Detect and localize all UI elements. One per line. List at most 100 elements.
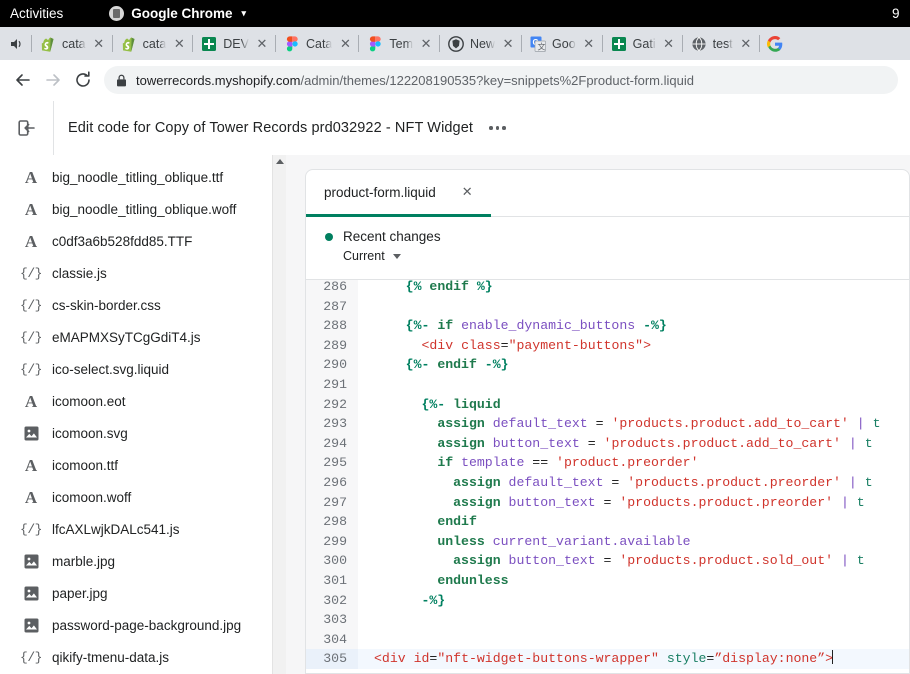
code-line[interactable]: 304 [306,630,909,650]
browser-tab[interactable]: Cata ✕ [277,29,357,59]
close-icon[interactable]: ✕ [419,37,433,51]
address-bar[interactable]: towerrecords.myshopify.com/admin/themes/… [104,66,898,94]
status-dot-icon [325,233,333,241]
file-name: marble.jpg [52,554,115,569]
code-line[interactable]: 301 endunless [306,571,909,591]
code-line[interactable]: 302 -%} [306,591,909,611]
code-line[interactable]: 296 assign default_text = 'products.prod… [306,473,909,493]
file-list-item[interactable]: password-page-background.jpg [0,609,286,641]
file-name: big_noodle_titling_oblique.ttf [52,170,223,185]
image-file-icon [22,586,40,601]
code-editor[interactable]: 286 {% endif %}287288 {%- if enable_dyna… [306,280,909,673]
code-line[interactable]: 286 {% endif %} [306,280,909,297]
browser-tab[interactable]: New ✕ [441,29,520,59]
code-line[interactable]: 297 assign button_text = 'products.produ… [306,493,909,513]
code-line-text: endunless [358,571,909,591]
file-list-item[interactable]: {/}classie.js [0,257,286,289]
close-icon[interactable]: ✕ [172,37,186,51]
os-clock[interactable]: 9 [892,0,910,27]
chrome-icon [109,6,124,21]
code-line[interactable]: 300 assign button_text = 'products.produ… [306,551,909,571]
figma-favicon [284,36,300,52]
code-line[interactable]: 289 <div class="payment-buttons"> [306,336,909,356]
close-icon[interactable]: ✕ [582,37,596,51]
forward-button[interactable] [38,65,68,95]
file-list-item[interactable]: Abig_noodle_titling_oblique.ttf [0,161,286,193]
file-list-item[interactable]: Aicomoon.ttf [0,449,286,481]
code-line-text: unless current_variant.available [358,532,909,552]
close-icon[interactable]: ✕ [92,37,106,51]
google-favicon[interactable] [767,36,783,52]
line-number: 298 [306,512,358,532]
browser-tab[interactable]: Gati ✕ [604,29,681,59]
browser-tab[interactable]: cata ✕ [114,29,192,59]
code-line[interactable]: 290 {%- endif -%} [306,355,909,375]
scrollbar-thumb[interactable] [274,169,285,289]
line-number: 293 [306,414,358,434]
code-token: if [437,318,453,333]
code-line[interactable]: 294 assign button_text = 'products.produ… [306,434,909,454]
active-app-menu[interactable]: Google Chrome ▾ [109,6,246,21]
code-line-text: {% endif %} [358,280,909,297]
reload-button[interactable] [68,65,98,95]
code-line[interactable]: 295 if template == 'product.preorder' [306,453,909,473]
code-line[interactable]: 298 endif [306,512,909,532]
code-token [374,338,421,353]
scroll-up-arrow-icon[interactable] [276,159,284,164]
tab-scroll-left-icon[interactable] [4,31,30,57]
file-list-item[interactable]: {/}qikify-tmenu-data.js [0,641,286,673]
code-line-text: assign button_text = 'products.product.a… [358,434,909,454]
code-line[interactable]: 292 {%- liquid [306,395,909,415]
code-line[interactable]: 303 [306,610,909,630]
code-line-text: {%- liquid [358,395,909,415]
activities-button[interactable]: Activities [0,6,77,21]
file-list-item[interactable]: {/}eMAPMXSyTCgGdiT4.js [0,321,286,353]
file-tree-sidebar[interactable]: Abig_noodle_titling_oblique.ttfAbig_nood… [0,155,286,674]
sidebar-scrollbar[interactable] [272,155,286,674]
line-number: 291 [306,375,358,395]
browser-tab[interactable]: Tem ✕ [360,29,438,59]
file-list-item[interactable]: Aicomoon.eot [0,385,286,417]
file-list-item[interactable]: Abig_noodle_titling_oblique.woff [0,193,286,225]
browser-tab[interactable]: test ✕ [684,29,758,59]
tab-title: cata [62,37,86,51]
code-token [374,436,437,451]
code-token: <div [374,651,414,666]
editor-tab-product-form[interactable]: product-form.liquid ✕ [306,170,491,217]
code-line[interactable]: 293 assign default_text = 'products.prod… [306,414,909,434]
close-icon[interactable]: ✕ [255,37,269,51]
file-list-item[interactable]: icomoon.svg [0,417,286,449]
file-list-item[interactable]: Ac0df3a6b528fdd85.TTF [0,225,286,257]
browser-tab[interactable]: cata ✕ [33,29,111,59]
browser-tab[interactable]: G 文 Goo ✕ [523,29,601,59]
version-selector[interactable]: Current [325,249,909,263]
code-line[interactable]: 287 [306,297,909,317]
file-list-item[interactable]: Aicomoon.woff [0,481,286,513]
more-actions-button[interactable] [487,122,508,134]
close-icon[interactable]: ✕ [662,37,676,51]
font-file-icon: A [22,233,40,250]
code-line-text: if template == 'product.preorder' [358,453,909,473]
close-icon[interactable]: ✕ [338,37,352,51]
file-list-item[interactable]: {/}lfcAXLwjkDALc541.js [0,513,286,545]
code-token: template [461,455,524,470]
code-token: endif [429,280,469,294]
close-icon[interactable]: ✕ [462,184,473,200]
file-list-item[interactable]: marble.jpg [0,545,286,577]
browser-tab[interactable]: DEV ✕ [194,29,274,59]
code-token: t [857,553,865,568]
file-list-item[interactable]: paper.jpg [0,577,286,609]
code-token: assign [453,475,500,490]
code-token: = [604,475,628,490]
exit-editor-button[interactable] [0,101,54,155]
code-line[interactable]: 288 {%- if enable_dynamic_buttons -%} [306,316,909,336]
close-icon[interactable]: ✕ [739,37,753,51]
code-token: liquid [453,397,500,412]
code-line[interactable]: 299 unless current_variant.available [306,532,909,552]
code-line[interactable]: 291 [306,375,909,395]
close-icon[interactable]: ✕ [501,37,515,51]
code-line-active[interactable]: 305<div id="nft-widget-buttons-wrapper" … [306,649,909,669]
file-list-item[interactable]: {/}ico-select.svg.liquid [0,353,286,385]
back-button[interactable] [8,65,38,95]
file-list-item[interactable]: {/}cs-skin-border.css [0,289,286,321]
